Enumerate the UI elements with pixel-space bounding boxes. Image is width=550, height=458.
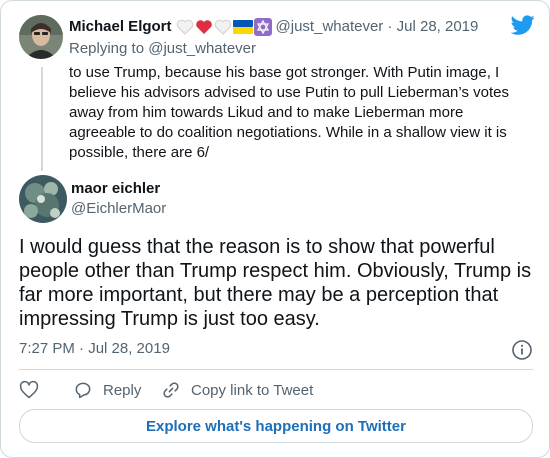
tweet-timestamp[interactable]: 7:27 PM · Jul 28, 2019 xyxy=(19,339,170,359)
info-icon[interactable] xyxy=(511,339,533,361)
reply-button[interactable]: Reply xyxy=(73,380,161,400)
parent-tweet-header: Michael Elgort @just_whatever · Jul 28, … xyxy=(69,17,478,37)
copy-link-label: Copy link to Tweet xyxy=(191,381,314,399)
reply-label: Reply xyxy=(103,381,142,399)
parent-author-avatar[interactable] xyxy=(19,15,63,59)
tweet-text: I would guess that the reason is to show… xyxy=(19,236,532,330)
parent-author-name[interactable]: Michael Elgort xyxy=(69,17,172,37)
author-handle[interactable]: @EichlerMaor xyxy=(71,199,166,219)
parent-tweet-text: to use Trump, because his base got stron… xyxy=(69,64,509,161)
parent-handle-and-date[interactable]: @just_whatever · Jul 28, 2019 xyxy=(276,17,479,37)
white-heart-icon xyxy=(214,19,231,35)
replying-to-prefix: Replying to xyxy=(69,40,145,57)
embedded-tweet-card: Michael Elgort @just_whatever · Jul 28, … xyxy=(0,0,550,458)
divider xyxy=(19,369,533,370)
twitter-bird-icon[interactable] xyxy=(511,13,535,37)
tweet-actions: Reply Copy link to Tweet xyxy=(19,379,313,401)
author-name[interactable]: maor eichler xyxy=(71,179,160,199)
thread-connector-line xyxy=(41,67,43,171)
replying-to-line: Replying to @just_whatever xyxy=(69,39,256,59)
author-avatar[interactable] xyxy=(19,175,67,223)
ukraine-flag-icon xyxy=(232,20,253,34)
heart-icon xyxy=(19,380,39,399)
like-button[interactable] xyxy=(19,380,73,400)
reply-bubble-icon xyxy=(75,382,91,399)
red-heart-icon xyxy=(195,20,212,34)
explore-twitter-button[interactable]: Explore what's happening on Twitter xyxy=(19,409,533,443)
white-heart-icon xyxy=(176,19,193,35)
link-icon xyxy=(163,382,179,398)
name-emojis xyxy=(176,18,272,36)
copy-link-button[interactable]: Copy link to Tweet xyxy=(161,380,313,400)
star-of-david-icon xyxy=(253,18,272,36)
replying-to-handle-link[interactable]: @just_whatever xyxy=(148,40,256,57)
